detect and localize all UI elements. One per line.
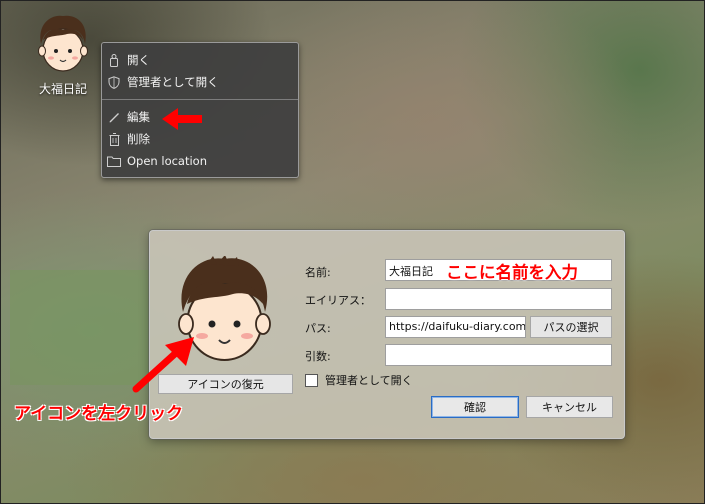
menu-item-open-as-admin[interactable]: 管理者として開く (102, 71, 298, 93)
browse-path-button[interactable]: パスの選択 (530, 316, 612, 338)
cancel-button[interactable]: キャンセル (526, 396, 613, 418)
menu-item-open-label: 開く (127, 53, 150, 67)
pencil-icon (107, 110, 121, 124)
admin-checkbox[interactable] (305, 373, 318, 387)
menu-separator (102, 99, 298, 100)
admin-option[interactable]: 管理者として開く (305, 372, 413, 388)
menu-item-open[interactable]: 開く (102, 49, 298, 71)
menu-item-delete[interactable]: 削除 (102, 128, 298, 150)
args-field[interactable] (385, 344, 612, 366)
menu-item-delete-label: 削除 (127, 132, 150, 146)
menu-item-open-location[interactable]: Open location (102, 150, 298, 172)
annotation-arrow-icon (132, 337, 194, 393)
trash-icon (107, 132, 121, 146)
folder-icon (107, 154, 121, 168)
avatar-icon (38, 15, 88, 72)
args-label: 引数: (305, 350, 331, 363)
menu-item-open-as-admin-label: 管理者として開く (127, 75, 219, 89)
background-blur-panel (10, 270, 150, 385)
alias-field[interactable] (385, 288, 612, 310)
annotation-arrow-edit (162, 108, 202, 130)
annotation-name-hint: ここに名前を入力 (446, 263, 578, 282)
menu-item-open-location-label: Open location (127, 154, 208, 168)
annotation-icon-hint: アイコンを左クリック (14, 404, 184, 424)
desktop-shortcut-label: 大福日記 (38, 82, 87, 96)
name-label: 名前: (305, 266, 331, 279)
path-label: パス: (305, 322, 331, 335)
menu-item-edit-label: 編集 (127, 110, 150, 124)
desktop-shortcut[interactable]: 大福日記 (28, 14, 98, 97)
alias-label: エイリアス： (305, 294, 371, 307)
confirm-button[interactable]: 確認 (431, 396, 519, 418)
shield-icon (107, 75, 121, 89)
path-field[interactable]: https://daifuku-diary.com/ (385, 316, 526, 338)
admin-checkbox-label: 管理者として開く (325, 374, 413, 387)
lock-icon (107, 53, 121, 67)
